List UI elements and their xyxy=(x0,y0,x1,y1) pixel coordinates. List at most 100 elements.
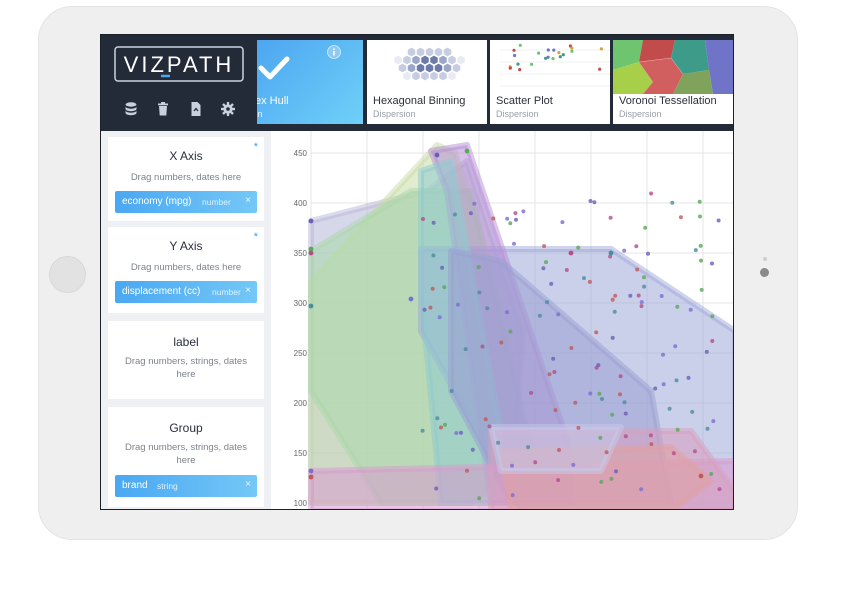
data-point xyxy=(472,201,477,206)
chart-type-scatter-plot[interactable]: Scatter Plot Dispersion xyxy=(490,40,610,124)
data-point xyxy=(537,313,542,318)
data-point xyxy=(698,214,702,219)
data-point xyxy=(573,400,578,405)
data-point xyxy=(529,390,534,395)
data-point xyxy=(552,370,557,374)
data-point xyxy=(697,199,702,204)
data-point xyxy=(599,479,604,484)
data-point xyxy=(434,152,440,158)
data-point xyxy=(587,279,592,284)
data-point xyxy=(459,430,463,435)
chart-type-convex-hull[interactable]: ex Hull rsion xyxy=(257,40,363,124)
data-point xyxy=(678,215,683,220)
data-point xyxy=(608,250,614,256)
data-point xyxy=(698,473,704,479)
data-point xyxy=(670,200,675,205)
top-bar: VIZPATH ex Hull n Hexagonal Binning Disp… xyxy=(101,35,733,131)
remove-field-button[interactable]: × xyxy=(245,285,251,296)
data-point xyxy=(521,209,526,214)
data-point xyxy=(308,250,314,256)
chart-type-voronoi-tessellation[interactable]: Voronoi Tessellation Dispersion xyxy=(613,40,733,124)
info-icon[interactable] xyxy=(327,45,341,59)
y-tick-label: 350 xyxy=(294,249,308,258)
x-axis-title: X Axis xyxy=(169,149,203,163)
gear-icon[interactable] xyxy=(220,101,236,117)
label-hint: Drag numbers, strings, dates here xyxy=(125,356,247,380)
data-point xyxy=(646,251,650,256)
data-point xyxy=(622,400,627,405)
y-axis-dropzone[interactable]: * Y Axis Drag numbers, dates here displa… xyxy=(108,227,264,313)
app-screen: VIZPATH ex Hull n Hexagonal Binning Disp… xyxy=(100,34,734,510)
chart-type-category: rsion xyxy=(257,109,263,119)
data-point xyxy=(431,253,436,258)
data-point xyxy=(692,449,697,454)
data-point xyxy=(639,300,644,305)
data-point xyxy=(604,450,609,455)
x-axis-hint: Drag numbers, dates here xyxy=(130,172,242,183)
data-point xyxy=(568,250,574,256)
data-point xyxy=(623,434,628,439)
data-point xyxy=(499,340,504,345)
data-point xyxy=(477,290,482,295)
field-type: string xyxy=(157,481,178,491)
data-point xyxy=(610,335,615,340)
database-icon[interactable] xyxy=(123,101,139,117)
data-point xyxy=(421,217,425,221)
data-point xyxy=(686,375,691,380)
data-point xyxy=(623,411,628,416)
file-icon[interactable] xyxy=(188,101,204,117)
chart-type-hexagonal-binning[interactable]: Hexagonal Binning Dispersion xyxy=(367,40,487,124)
y-axis-title: Y Axis xyxy=(169,239,203,253)
data-point xyxy=(483,417,488,422)
x-axis-field-pill[interactable]: economy (mpg) number × xyxy=(115,191,257,213)
x-axis-dropzone[interactable]: * X Axis Drag numbers, dates here econom… xyxy=(108,137,264,221)
scatter-preview xyxy=(500,43,610,87)
data-point xyxy=(576,425,581,430)
y-tick-label: 450 xyxy=(294,149,308,158)
data-point xyxy=(308,468,314,474)
home-button xyxy=(49,256,86,293)
vizpath-logo: VIZPATH xyxy=(114,46,244,82)
camera-dot xyxy=(760,268,769,277)
data-point xyxy=(671,451,676,456)
data-point xyxy=(514,217,518,222)
chart-type-title: ex Hull xyxy=(257,95,289,107)
chart-area: 450 400 350 300 250 200 150 100 xyxy=(271,131,733,509)
data-point xyxy=(464,148,470,154)
data-point xyxy=(642,275,646,280)
y-tick-label: 250 xyxy=(294,349,308,358)
data-point xyxy=(452,212,457,217)
data-point xyxy=(308,474,314,480)
data-point xyxy=(435,416,440,421)
data-point xyxy=(505,216,510,221)
field-type: number xyxy=(212,287,241,297)
group-dropzone[interactable]: Group Drag numbers, strings, dates here … xyxy=(108,407,264,507)
remove-field-button[interactable]: × xyxy=(245,479,251,490)
remove-field-button[interactable]: × xyxy=(245,195,251,206)
data-point xyxy=(618,392,622,397)
field-type: number xyxy=(202,197,231,207)
data-point xyxy=(594,330,599,335)
data-point xyxy=(487,424,492,429)
y-axis-field-pill[interactable]: displacement (cc) number × xyxy=(115,281,257,303)
data-point xyxy=(699,258,703,263)
data-point xyxy=(544,260,548,265)
data-point xyxy=(690,409,695,414)
field-name: brand xyxy=(122,480,148,491)
data-point xyxy=(551,356,556,361)
data-point xyxy=(649,442,654,447)
data-point xyxy=(717,487,722,492)
data-point xyxy=(592,200,597,205)
data-point xyxy=(430,286,435,291)
data-point xyxy=(420,428,425,433)
group-field-pill[interactable]: brand string × xyxy=(115,475,257,497)
data-point xyxy=(693,248,698,253)
data-point xyxy=(576,245,581,250)
data-point xyxy=(569,346,574,350)
encoding-sidebar: * X Axis Drag numbers, dates here econom… xyxy=(101,131,271,509)
trash-icon[interactable] xyxy=(155,101,171,117)
label-title: label xyxy=(173,335,199,349)
label-dropzone[interactable]: label Drag numbers, strings, dates here xyxy=(108,321,264,399)
data-point xyxy=(709,472,714,476)
data-point xyxy=(571,462,576,467)
